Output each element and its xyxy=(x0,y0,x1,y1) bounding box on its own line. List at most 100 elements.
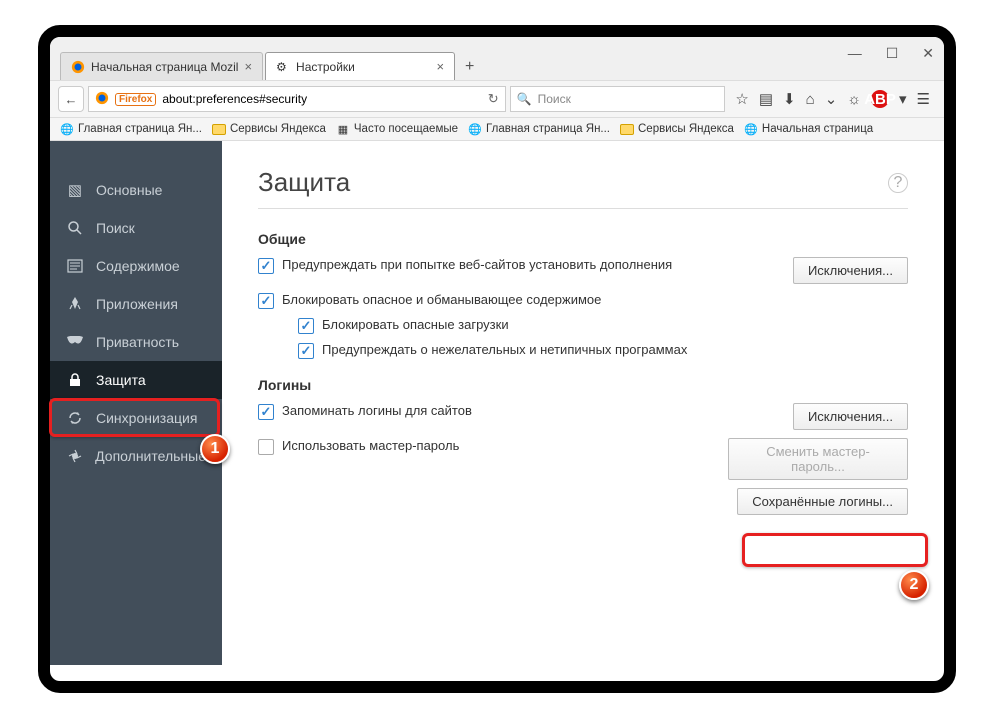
minimize-button[interactable]: — xyxy=(848,45,862,62)
globe-icon: 🌐 xyxy=(744,122,758,136)
section-general-title: Общие xyxy=(258,231,908,247)
sidebar-item-security[interactable]: Защита xyxy=(50,361,222,399)
sidebar-item-label: Приложения xyxy=(96,296,178,312)
gear-icon: ⚙ xyxy=(276,60,290,74)
bookmark-label: Сервисы Яндекса xyxy=(230,123,326,135)
globe-icon: 🌐 xyxy=(468,122,482,136)
help-icon[interactable]: ? xyxy=(888,173,908,193)
sidebar-item-advanced[interactable]: Дополнительные xyxy=(50,437,222,475)
bookmark-label: Сервисы Яндекса xyxy=(638,123,734,135)
bookmark-label: Главная страница Ян... xyxy=(486,123,610,135)
checkbox-block-downloads[interactable]: ✓ xyxy=(298,318,314,334)
bookmark-item[interactable]: Сервисы Яндекса xyxy=(212,123,326,135)
sidebar-item-sync[interactable]: Синхронизация xyxy=(50,399,222,437)
exceptions-logins-button[interactable]: Исключения... xyxy=(793,403,908,430)
sidebar-item-label: Защита xyxy=(96,372,146,388)
option-label: Блокировать опасные загрузки xyxy=(322,317,509,332)
sidebar-item-search[interactable]: Поиск xyxy=(50,209,222,247)
title-text: Защита xyxy=(258,167,350,198)
search-box[interactable]: 🔍 Поиск xyxy=(510,86,726,112)
tab-bar: Начальная страница Mozil × ⚙ Настройки ×… xyxy=(50,37,944,81)
bookmark-item[interactable]: Сервисы Яндекса xyxy=(620,123,734,135)
firefox-badge: Firefox xyxy=(115,93,156,106)
sidebar-item-label: Приватность xyxy=(96,334,179,350)
content-icon xyxy=(66,257,84,275)
saved-logins-button[interactable]: Сохранённые логины... xyxy=(737,488,908,515)
option-label: Блокировать опасное и обманывающее содер… xyxy=(282,292,601,307)
content-area: ▧ Основные Поиск Содержимое Приложения xyxy=(50,141,944,665)
menu-icon[interactable]: ☰ xyxy=(917,90,930,108)
toolbar-icons: ☆ ▤ ⬇ ⌂ ⌄ ☼ ABP ▾ ☰ xyxy=(729,90,936,108)
sidebar-item-label: Поиск xyxy=(96,220,135,236)
general-icon: ▧ xyxy=(66,181,84,199)
new-tab-button[interactable]: + xyxy=(457,54,482,80)
firefox-icon xyxy=(71,60,85,74)
checkbox-block-dangerous[interactable]: ✓ xyxy=(258,293,274,309)
close-button[interactable]: ✕ xyxy=(922,45,934,62)
rocket-icon xyxy=(66,295,84,313)
sidebar-item-label: Дополнительные xyxy=(95,448,206,464)
sun-icon[interactable]: ☼ xyxy=(847,91,861,108)
bookmarks-bar: 🌐 Главная страница Ян... Сервисы Яндекса… xyxy=(50,118,944,141)
bookmark-item[interactable]: ▦ Часто посещаемые xyxy=(336,122,458,136)
lock-icon xyxy=(66,371,84,389)
reader-icon[interactable]: ▤ xyxy=(759,90,773,108)
advanced-icon xyxy=(66,447,83,465)
section-logins-title: Логины xyxy=(258,377,908,393)
tab-label: Начальная страница Mozil xyxy=(91,60,238,74)
change-master-password-button: Сменить мастер-пароль... xyxy=(728,438,908,480)
sidebar-item-label: Основные xyxy=(96,182,162,198)
sidebar-item-label: Синхронизация xyxy=(96,410,197,426)
sidebar-item-privacy[interactable]: Приватность xyxy=(50,323,222,361)
home-icon[interactable]: ⌂ xyxy=(806,91,815,108)
annotation-badge-1: 1 xyxy=(200,434,230,464)
search-icon: 🔍 xyxy=(517,92,532,106)
bookmark-label: Часто посещаемые xyxy=(354,123,458,135)
mask-icon xyxy=(66,333,84,351)
checkbox-warn-install[interactable]: ✓ xyxy=(258,258,274,274)
bookmark-icon[interactable]: ☆ xyxy=(735,90,748,108)
search-placeholder: Поиск xyxy=(538,92,571,106)
reload-icon[interactable]: ↻ xyxy=(488,91,499,107)
tab-home[interactable]: Начальная страница Mozil × xyxy=(60,52,263,80)
close-tab-icon[interactable]: × xyxy=(436,59,444,74)
window-controls: — ☐ ✕ xyxy=(848,45,934,62)
firefox-icon xyxy=(95,91,109,108)
close-tab-icon[interactable]: × xyxy=(244,59,252,74)
exceptions-button[interactable]: Исключения... xyxy=(793,257,908,284)
checkbox-warn-unwanted[interactable]: ✓ xyxy=(298,343,314,359)
page-title: Защита ? xyxy=(258,167,908,209)
bookmark-label: Главная страница Ян... xyxy=(78,123,202,135)
preferences-sidebar: ▧ Основные Поиск Содержимое Приложения xyxy=(50,141,222,665)
address-bar[interactable]: Firefox ↻ xyxy=(88,86,506,112)
option-label: Использовать мастер-пароль xyxy=(282,438,459,453)
annotation-badge-2: 2 xyxy=(899,570,929,600)
browser-window: — ☐ ✕ Начальная страница Mozil × ⚙ Настр… xyxy=(38,25,956,693)
bookmark-label: Начальная страница xyxy=(762,123,873,135)
tab-label: Настройки xyxy=(296,60,355,74)
settings-main: Защита ? Общие ✓ Предупреждать при попыт… xyxy=(222,141,944,665)
sidebar-item-label: Содержимое xyxy=(96,258,180,274)
sidebar-item-content[interactable]: Содержимое xyxy=(50,247,222,285)
bookmark-item[interactable]: 🌐 Главная страница Ян... xyxy=(468,122,610,136)
option-label: Запоминать логины для сайтов xyxy=(282,403,472,418)
abp-icon[interactable]: ABP xyxy=(871,90,889,108)
folder-icon xyxy=(620,124,634,135)
folder-icon xyxy=(212,124,226,135)
pocket-icon[interactable]: ⌄ xyxy=(825,90,838,108)
sidebar-item-apps[interactable]: Приложения xyxy=(50,285,222,323)
maximize-button[interactable]: ☐ xyxy=(886,45,899,62)
back-button[interactable]: ← xyxy=(58,86,84,112)
tab-settings[interactable]: ⚙ Настройки × xyxy=(265,52,455,80)
url-bar: ← Firefox ↻ 🔍 Поиск ☆ ▤ ⬇ ⌂ ⌄ ☼ ABP ▾ ☰ xyxy=(50,81,944,118)
sync-icon xyxy=(66,409,84,427)
bookmark-item[interactable]: 🌐 Начальная страница xyxy=(744,122,873,136)
checkbox-master-password[interactable]: ✓ xyxy=(258,439,274,455)
download-icon[interactable]: ⬇ xyxy=(783,90,796,108)
sidebar-item-general[interactable]: ▧ Основные xyxy=(50,171,222,209)
dropdown-icon[interactable]: ▾ xyxy=(899,90,907,108)
thumb-icon: ▦ xyxy=(336,122,350,136)
bookmark-item[interactable]: 🌐 Главная страница Ян... xyxy=(60,122,202,136)
url-input[interactable] xyxy=(162,92,481,106)
checkbox-remember-logins[interactable]: ✓ xyxy=(258,404,274,420)
